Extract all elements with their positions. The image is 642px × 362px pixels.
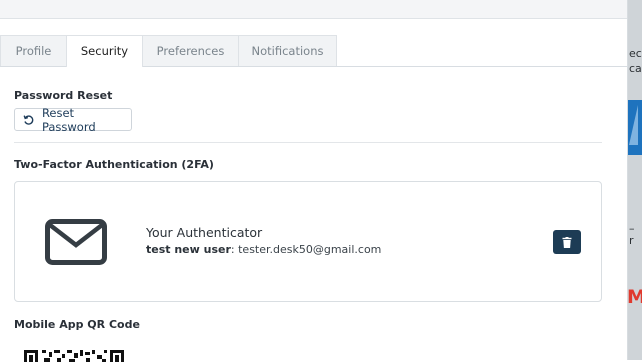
authenticator-user: test new user: tester.desk50@gmail.com bbox=[146, 243, 381, 256]
reset-password-button[interactable]: Reset Password bbox=[14, 105, 132, 134]
settings-tabs: Profile Security Preferences Notificatio… bbox=[0, 35, 627, 67]
tab-preferences[interactable]: Preferences bbox=[142, 35, 239, 66]
background-text: r bbox=[629, 234, 634, 247]
delete-authenticator-button[interactable] bbox=[553, 230, 581, 254]
user-name: test new user bbox=[146, 243, 231, 256]
authenticator-name: Your Authenticator bbox=[146, 225, 263, 240]
background-graphic bbox=[627, 100, 642, 155]
settings-panel: Profile Security Preferences Notificatio… bbox=[0, 0, 628, 362]
background-text: MU bbox=[627, 286, 642, 308]
tab-security[interactable]: Security bbox=[66, 35, 143, 67]
user-email: tester.desk50@gmail.com bbox=[238, 243, 382, 256]
qr-code-label: Mobile App QR Code bbox=[14, 318, 140, 331]
panel-header bbox=[0, 0, 627, 19]
twofa-label: Two-Factor Authentication (2FA) bbox=[14, 158, 214, 171]
background-text: ect bbox=[629, 47, 642, 60]
background-text: cat bbox=[629, 62, 642, 75]
trash-icon bbox=[562, 236, 572, 248]
section-divider bbox=[14, 142, 602, 143]
password-reset-label: Password Reset bbox=[14, 89, 113, 102]
rotate-ccw-icon bbox=[23, 114, 34, 125]
tab-profile[interactable]: Profile bbox=[0, 35, 67, 66]
background-page: ect cat – r MU bbox=[627, 0, 642, 360]
reset-password-label: Reset Password bbox=[41, 105, 96, 134]
qr-code-image bbox=[24, 350, 124, 362]
authenticator-card: Your Authenticator test new user: tester… bbox=[14, 181, 602, 302]
tab-notifications[interactable]: Notifications bbox=[238, 35, 337, 66]
envelope-icon bbox=[45, 219, 107, 265]
